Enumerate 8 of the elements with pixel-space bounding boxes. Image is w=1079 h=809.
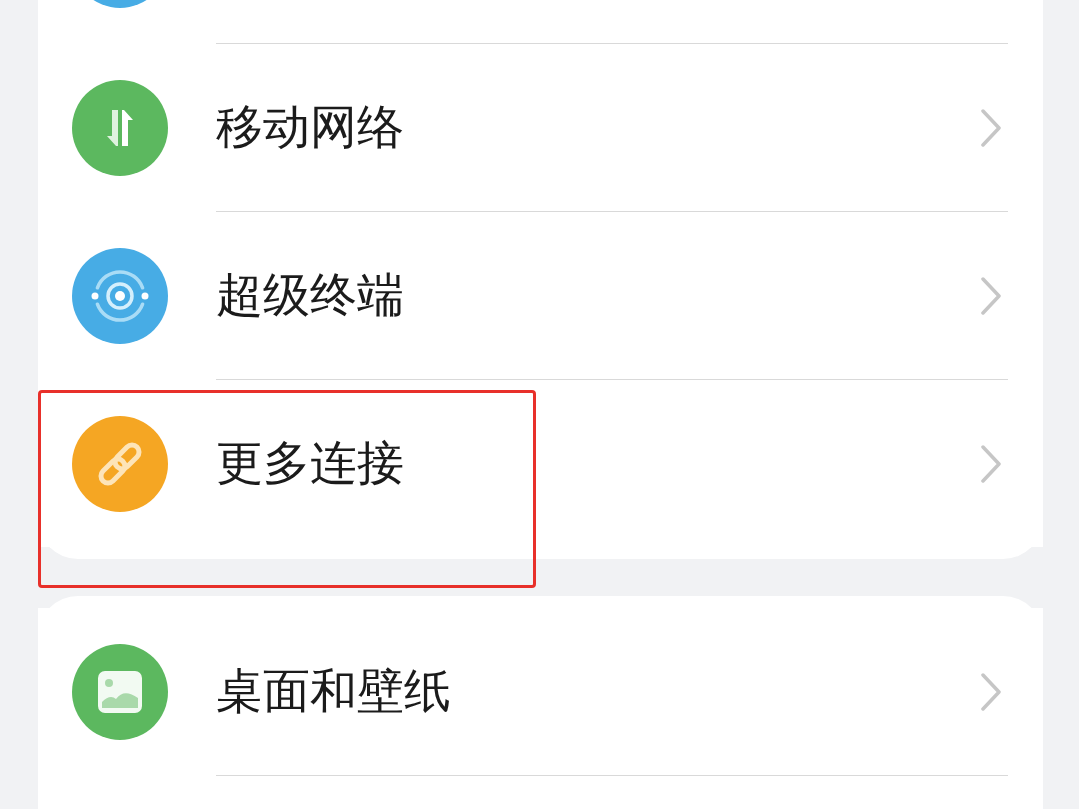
chevron-right-icon: [980, 108, 1002, 147]
image-icon: [72, 643, 168, 740]
target-icon: [72, 247, 168, 344]
arrows-icon: [72, 79, 168, 176]
chevron-right-icon: [980, 672, 1002, 711]
chevron-right-icon: [980, 444, 1002, 483]
link-icon: [72, 415, 168, 512]
chevron-right-icon: [980, 276, 1002, 315]
